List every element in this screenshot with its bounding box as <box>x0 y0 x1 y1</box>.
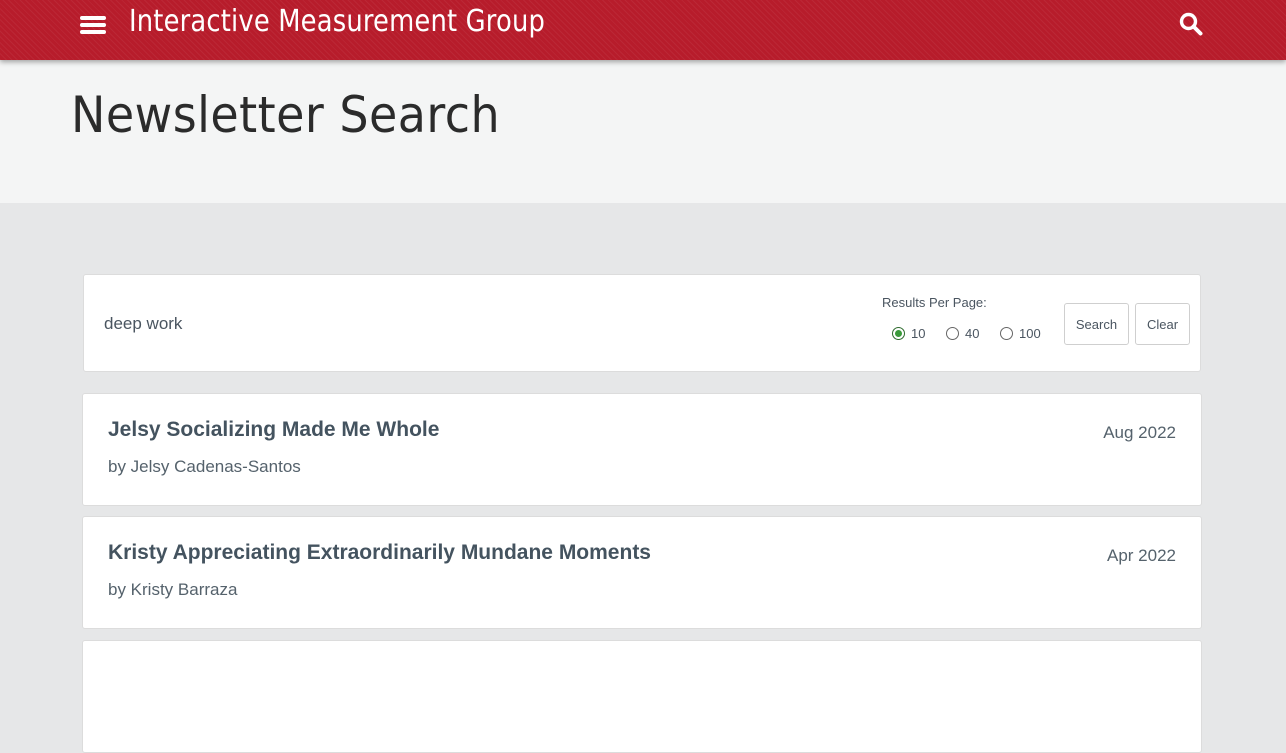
results-per-page-option-10[interactable]: 10 <box>892 326 925 341</box>
top-nav-bar: Interactive Measurement Group <box>0 0 1286 60</box>
search-button[interactable]: Search <box>1064 303 1129 345</box>
result-card-partial[interactable] <box>82 640 1202 753</box>
radio-label: 10 <box>911 326 926 341</box>
radio-selected-icon[interactable] <box>892 327 905 340</box>
result-card[interactable]: Jelsy Socializing Made Me Whole by Jelsy… <box>82 393 1202 506</box>
result-author: by Kristy Barraza <box>108 580 238 599</box>
results-per-page-option-40[interactable]: 40 <box>946 326 979 341</box>
radio-label: 40 <box>965 326 980 341</box>
search-input[interactable] <box>104 311 804 337</box>
clear-button[interactable]: Clear <box>1135 303 1190 345</box>
page-title: Newsletter Search <box>71 86 501 144</box>
radio-icon[interactable] <box>1000 327 1013 340</box>
hamburger-menu-icon[interactable] <box>80 14 106 36</box>
result-author: by Jelsy Cadenas-Santos <box>108 457 301 476</box>
search-icon[interactable] <box>1178 11 1204 37</box>
result-title[interactable]: Jelsy Socializing Made Me Whole <box>108 418 439 442</box>
site-brand[interactable]: Interactive Measurement Group <box>129 4 545 39</box>
radio-icon[interactable] <box>946 327 959 340</box>
result-date: Apr 2022 <box>1107 546 1176 565</box>
result-card[interactable]: Kristy Appreciating Extraordinarily Mund… <box>82 516 1202 629</box>
search-panel: Results Per Page: 10 40 100 Search Clear <box>83 274 1201 372</box>
result-date: Aug 2022 <box>1103 423 1176 442</box>
result-title[interactable]: Kristy Appreciating Extraordinarily Mund… <box>108 541 651 565</box>
results-per-page-option-100[interactable]: 100 <box>1000 326 1041 341</box>
results-per-page-label: Results Per Page: <box>882 295 987 310</box>
radio-label: 100 <box>1019 326 1041 341</box>
page-header: Newsletter Search <box>0 60 1286 203</box>
